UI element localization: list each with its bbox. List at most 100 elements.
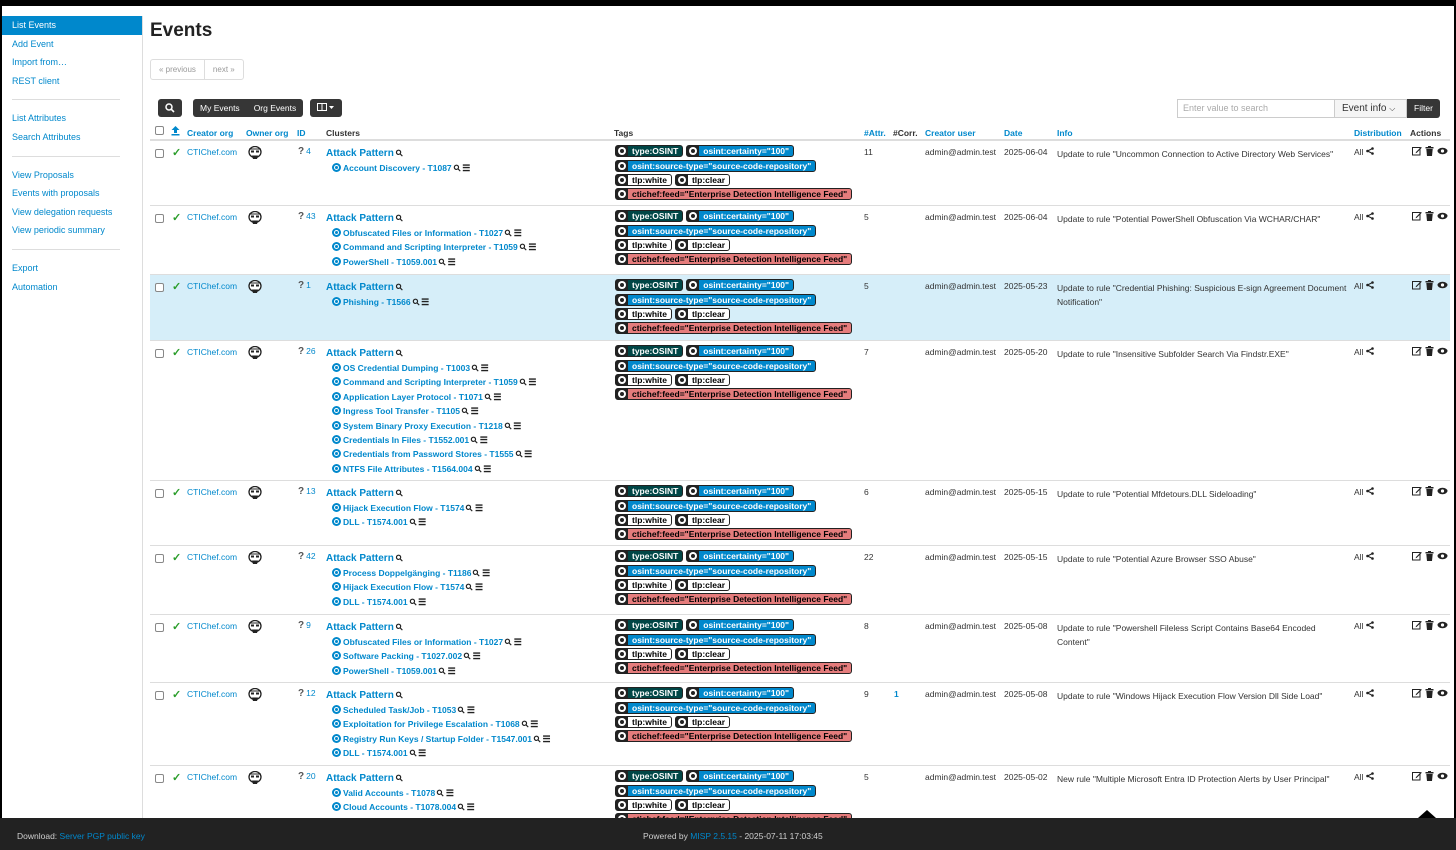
cluster-item[interactable]: DLL - T1574.001⚲☰ xyxy=(326,595,490,609)
list-icon[interactable]: ☰ xyxy=(482,566,490,580)
cluster-item[interactable]: Exploitation for Privilege Escalation - … xyxy=(326,717,551,731)
tag-cert[interactable]: osint:certainty="100" xyxy=(686,279,795,292)
distribution[interactable]: All xyxy=(1354,347,1374,357)
misp-version-link[interactable]: MISP 2.5.15 xyxy=(690,831,737,841)
row-checkbox[interactable] xyxy=(155,349,164,358)
tag-white[interactable]: tlp:white xyxy=(615,307,672,320)
tag-feed[interactable]: ctichef:feed="Enterprise Detection Intel… xyxy=(615,528,853,541)
cluster-item-label[interactable]: Valid Accounts - T1078 xyxy=(343,788,435,798)
tag-white[interactable]: tlp:white xyxy=(615,513,672,526)
cluster-item[interactable]: Command and Scripting Interpreter - T105… xyxy=(326,375,536,389)
cluster-item[interactable]: Registry Run Keys / Startup Folder - T15… xyxy=(326,732,551,746)
tag-feed[interactable]: ctichef:feed="Enterprise Detection Intel… xyxy=(615,253,853,266)
tag-osint[interactable]: type:OSINT xyxy=(615,210,684,223)
cluster-item[interactable]: Software Packing - T1027.002⚲☰ xyxy=(326,649,522,663)
cluster-galaxy-link[interactable]: Attack Pattern xyxy=(326,213,394,224)
cluster-item-label[interactable]: DLL - T1574.001 xyxy=(343,517,408,527)
trash-icon[interactable] xyxy=(1425,771,1434,783)
cluster-item-label[interactable]: PowerShell - T1059.001 xyxy=(343,257,437,267)
search-icon[interactable]: ⚲ xyxy=(392,688,407,703)
cluster-item-label[interactable]: Scheduled Task/Job - T1053 xyxy=(343,705,456,715)
cluster-item-label[interactable]: Software Packing - T1027.002 xyxy=(343,651,462,661)
sidebar-item-2-2[interactable]: View delegation requests xyxy=(2,203,142,222)
tag-osint[interactable]: type:OSINT xyxy=(615,550,684,563)
tag-cert[interactable]: osint:certainty="100" xyxy=(686,145,795,158)
cluster-item[interactable]: OS Credential Dumping - T1003⚲☰ xyxy=(326,361,536,375)
tag-cert[interactable]: osint:certainty="100" xyxy=(686,345,795,358)
tag-white[interactable]: tlp:white xyxy=(615,715,672,728)
creator-org-link[interactable]: CTIChef.com xyxy=(187,212,237,222)
edit-icon[interactable] xyxy=(1412,771,1422,783)
search-icon[interactable]: ⚲ xyxy=(392,551,407,566)
cluster-galaxy-link[interactable]: Attack Pattern xyxy=(326,553,394,564)
list-icon[interactable]: ☰ xyxy=(446,786,454,800)
tag-src[interactable]: osint:source-type="source-code-repositor… xyxy=(615,564,817,577)
tag-white[interactable]: tlp:white xyxy=(615,798,672,811)
tag-white[interactable]: tlp:white xyxy=(615,238,672,251)
tag-osint[interactable]: type:OSINT xyxy=(615,345,684,358)
distribution[interactable]: All xyxy=(1354,552,1374,562)
trash-icon[interactable] xyxy=(1425,551,1434,563)
trash-icon[interactable] xyxy=(1425,346,1434,358)
cluster-galaxy-link[interactable]: Attack Pattern xyxy=(326,622,394,633)
list-icon[interactable]: ☰ xyxy=(481,361,489,375)
tag-osint[interactable]: type:OSINT xyxy=(615,145,684,158)
list-icon[interactable]: ☰ xyxy=(480,433,488,447)
search-icon[interactable]: ⚲ xyxy=(392,771,407,786)
tag-osint[interactable]: type:OSINT xyxy=(615,687,684,700)
cluster-galaxy-link[interactable]: Attack Pattern xyxy=(326,282,394,293)
edit-icon[interactable] xyxy=(1412,146,1422,158)
cluster-item-label[interactable]: Registry Run Keys / Startup Folder - T15… xyxy=(343,734,532,744)
cluster-item[interactable]: NTFS File Attributes - T1564.004⚲☰ xyxy=(326,462,536,476)
cluster-item[interactable]: Scheduled Task/Job - T1053⚲☰ xyxy=(326,703,551,717)
tag-clear[interactable]: tlp:clear xyxy=(674,173,731,186)
scroll-top-arrow-icon[interactable] xyxy=(1418,810,1436,818)
trash-icon[interactable] xyxy=(1425,620,1434,632)
event-id-link[interactable]: 12 xyxy=(306,688,315,698)
list-icon[interactable]: ☰ xyxy=(514,635,522,649)
tag-feed[interactable]: ctichef:feed="Enterprise Detection Intel… xyxy=(615,188,853,201)
tag-src[interactable]: osint:source-type="source-code-repositor… xyxy=(615,701,817,714)
cluster-item-label[interactable]: Account Discovery - T1087 xyxy=(343,163,452,173)
column-attr[interactable]: #Attr. xyxy=(864,128,886,138)
cluster-galaxy-link[interactable]: Attack Pattern xyxy=(326,348,394,359)
search-input[interactable]: Enter value to search xyxy=(1177,99,1335,118)
cluster-item[interactable]: Credentials In Files - T1552.001⚲☰ xyxy=(326,433,536,447)
sidebar-item-1-1[interactable]: Search Attributes xyxy=(2,128,142,147)
cluster-item[interactable]: Application Layer Protocol - T1071⚲☰ xyxy=(326,390,536,404)
edit-icon[interactable] xyxy=(1412,346,1422,358)
sidebar-item-2-1[interactable]: Events with proposals xyxy=(2,184,142,203)
cluster-item[interactable]: Hijack Execution Flow - T1574⚲☰ xyxy=(326,501,483,515)
column-distribution[interactable]: Distribution xyxy=(1354,128,1402,138)
tag-src[interactable]: osint:source-type="source-code-repositor… xyxy=(615,293,817,306)
cluster-galaxy-link[interactable]: Attack Pattern xyxy=(326,148,394,159)
row-checkbox[interactable] xyxy=(155,691,164,700)
list-icon[interactable]: ☰ xyxy=(543,732,551,746)
tag-feed[interactable]: ctichef:feed="Enterprise Detection Intel… xyxy=(615,593,853,606)
cluster-item-label[interactable]: DLL - T1574.001 xyxy=(343,748,408,758)
column-creator-org[interactable]: Creator org xyxy=(187,128,233,138)
cluster-item[interactable]: DLL - T1574.001⚲☰ xyxy=(326,746,551,760)
columns-dropdown-button[interactable] xyxy=(310,99,342,117)
tag-osint[interactable]: type:OSINT xyxy=(615,485,684,498)
cluster-galaxy-link[interactable]: Attack Pattern xyxy=(326,690,394,701)
list-icon[interactable]: ☰ xyxy=(467,800,475,814)
cluster-item[interactable]: System Binary Proxy Execution - T1218⚲☰ xyxy=(326,419,536,433)
creator-org-link[interactable]: CTIChef.com xyxy=(187,772,237,782)
eye-icon[interactable] xyxy=(1437,551,1448,563)
tag-src[interactable]: osint:source-type="source-code-repositor… xyxy=(615,784,817,797)
list-icon[interactable]: ☰ xyxy=(448,255,456,269)
list-icon[interactable]: ☰ xyxy=(475,580,483,594)
row-checkbox[interactable] xyxy=(155,774,164,783)
list-icon[interactable]: ☰ xyxy=(514,226,522,240)
cluster-item[interactable]: Credentials from Password Stores - T1555… xyxy=(326,447,536,461)
distribution[interactable]: All xyxy=(1354,487,1374,497)
cluster-item[interactable]: PowerShell - T1059.001⚲☰ xyxy=(326,255,536,269)
search-icon[interactable]: ⚲ xyxy=(392,620,407,635)
tag-feed[interactable]: ctichef:feed="Enterprise Detection Intel… xyxy=(615,322,853,335)
tag-clear[interactable]: tlp:clear xyxy=(674,647,731,660)
tag-cert[interactable]: osint:certainty="100" xyxy=(686,485,795,498)
cluster-item-label[interactable]: Credentials from Password Stores - T1555 xyxy=(343,449,514,459)
cluster-item[interactable]: Obfuscated Files or Information - T1027⚲… xyxy=(326,635,522,649)
select-all-checkbox[interactable] xyxy=(155,126,164,135)
